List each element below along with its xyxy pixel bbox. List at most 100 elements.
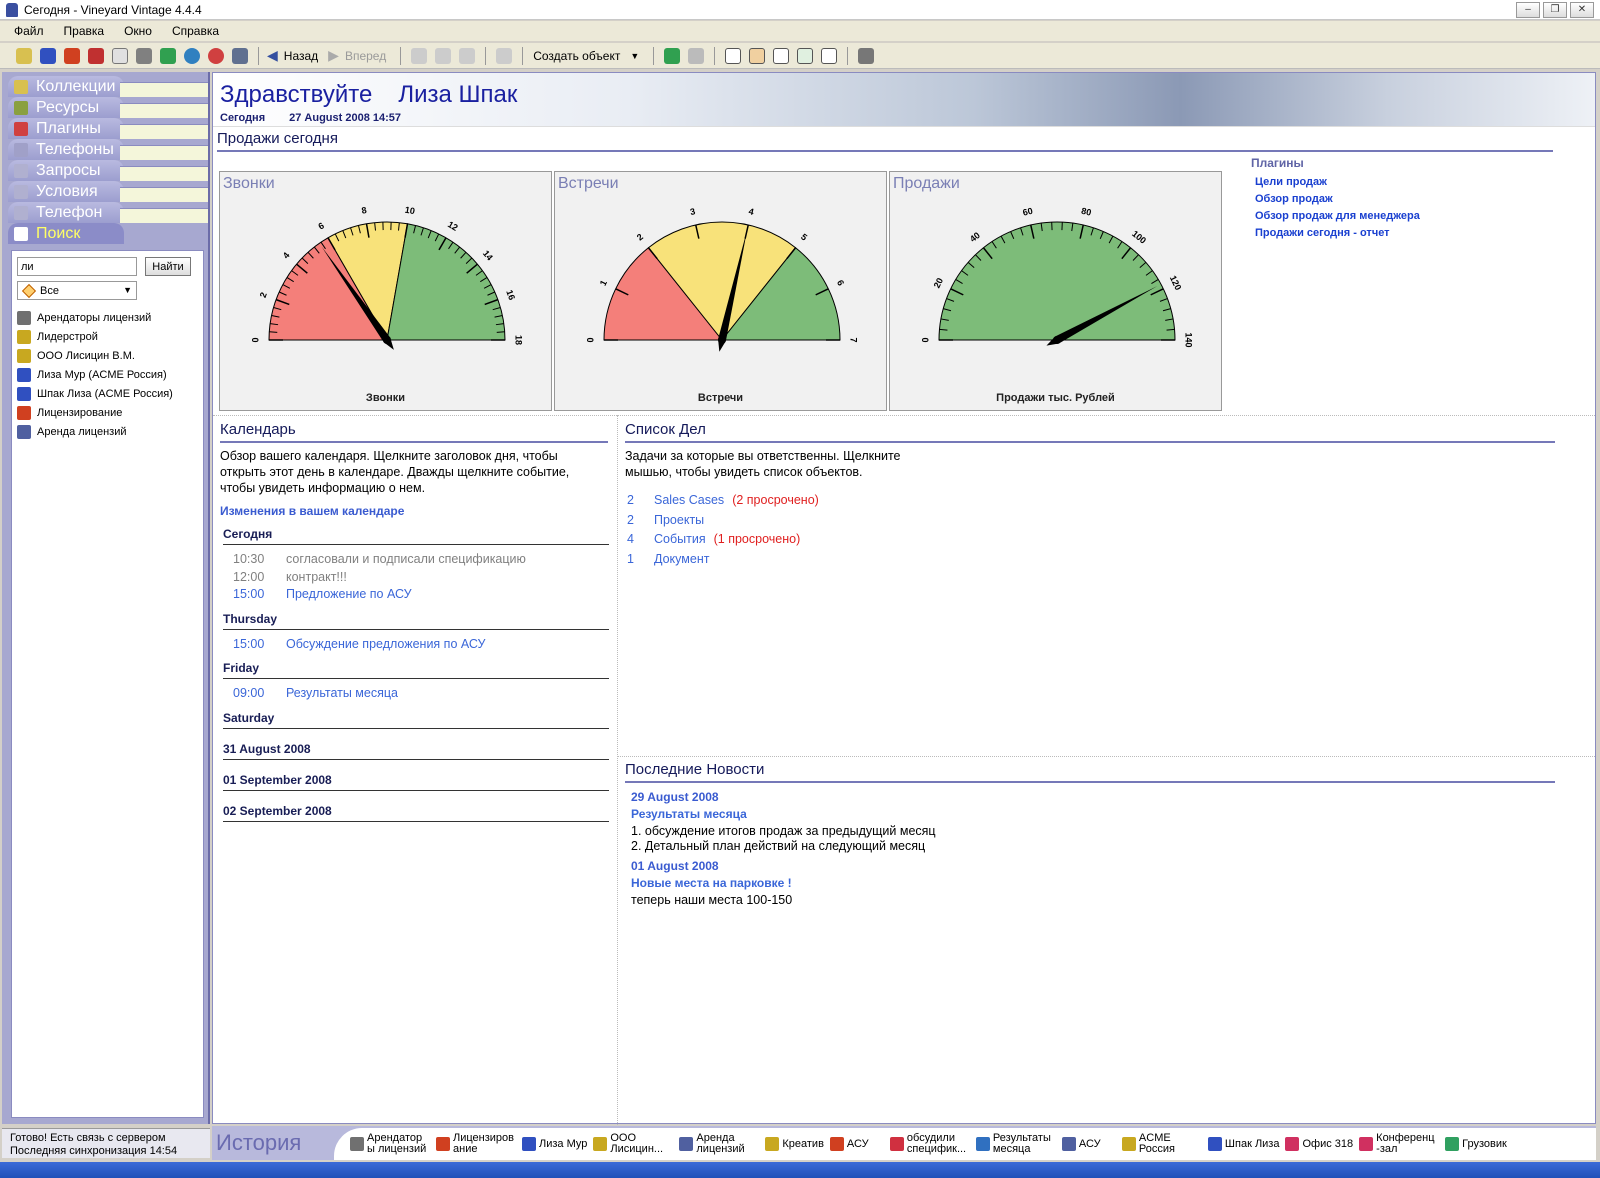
history-item[interactable]: АСУ bbox=[829, 1137, 884, 1151]
todo-label: Проекты bbox=[654, 512, 705, 527]
project-icon[interactable] bbox=[64, 47, 80, 64]
find-button[interactable]: Найти bbox=[145, 257, 191, 276]
person-icon[interactable] bbox=[40, 47, 56, 64]
menu-help[interactable]: Справка bbox=[172, 24, 219, 38]
back-arrow-icon[interactable]: ◀ bbox=[267, 47, 278, 64]
search-result-item[interactable]: ООО Лисицин В.М. bbox=[17, 346, 202, 365]
search-result-item[interactable]: Лицензирование bbox=[17, 403, 202, 422]
todo-item[interactable]: 4 События (1 просрочено) bbox=[627, 532, 800, 546]
group-icon[interactable] bbox=[136, 47, 152, 64]
calendar-changes-link[interactable]: Изменения в вашем календаре bbox=[220, 504, 404, 518]
nav-tab-label: Ресурсы bbox=[36, 98, 100, 116]
history-item[interactable]: Арендатор ы лицензий bbox=[350, 1133, 430, 1155]
calendar-day-header[interactable]: Friday bbox=[223, 661, 609, 679]
gauge-tick-label: 1 bbox=[598, 278, 609, 287]
search-result-item[interactable]: Аренда лицензий bbox=[17, 422, 202, 441]
history-item[interactable]: Креатив bbox=[765, 1137, 824, 1151]
chevron-down-icon[interactable]: ▼ bbox=[123, 285, 132, 295]
history-item[interactable]: АСУ bbox=[1061, 1137, 1116, 1151]
nav-tab-5[interactable]: Условия bbox=[8, 181, 208, 202]
calendar-day-header[interactable]: Сегодня bbox=[223, 527, 609, 545]
plugin-link-sales-goals[interactable]: Цели продаж bbox=[1255, 176, 1581, 188]
history-item[interactable]: Аренда лицензий bbox=[679, 1133, 759, 1155]
todo-title[interactable]: Список Дел bbox=[625, 421, 1555, 443]
calendar-event[interactable]: 15:00 Обсуждение предложения по АСУ bbox=[233, 637, 486, 651]
chevron-down-icon[interactable]: ▼ bbox=[630, 51, 639, 61]
calendar-event[interactable]: 09:00 Результаты месяца bbox=[233, 686, 398, 700]
calendar-event[interactable]: 10:30 согласовали и подписали спецификаци… bbox=[233, 552, 526, 566]
globe-icon[interactable] bbox=[184, 47, 200, 64]
create-object-button[interactable]: Создать объект bbox=[533, 49, 620, 63]
news-title[interactable]: Последние Новости bbox=[625, 761, 1555, 783]
toolbar-separator bbox=[400, 46, 402, 65]
event-icon[interactable] bbox=[88, 47, 104, 64]
history-item-icon bbox=[765, 1137, 780, 1151]
history-item[interactable]: Лицензиров ание bbox=[436, 1133, 516, 1155]
search-input[interactable] bbox=[17, 257, 137, 276]
toolbar-separator bbox=[714, 46, 716, 65]
filter-select[interactable]: Все ▼ bbox=[17, 281, 137, 300]
news-headline[interactable]: Новые места на парковке ! bbox=[631, 876, 792, 890]
copy-icon bbox=[435, 47, 452, 64]
search-result-item[interactable]: Шпак Лиза (ACME Россия) bbox=[17, 384, 202, 403]
calendar-day-header[interactable]: 02 September 2008 bbox=[223, 804, 609, 822]
history-item[interactable]: Результаты месяца bbox=[975, 1133, 1056, 1155]
collection-icon[interactable] bbox=[16, 47, 32, 64]
calendar-day-header[interactable]: Saturday bbox=[223, 711, 609, 729]
todo-item[interactable]: 2 Проекты bbox=[627, 513, 704, 527]
history-item[interactable]: обсудили специфик... bbox=[889, 1133, 970, 1155]
nav-tab-1[interactable]: Ресурсы bbox=[8, 97, 208, 118]
menu-file[interactable]: Файл bbox=[14, 24, 44, 38]
calendar-event[interactable]: 15:00 Предложение по АСУ bbox=[233, 587, 412, 601]
history-item[interactable]: Лиза Мур bbox=[522, 1137, 587, 1151]
grid-icon[interactable] bbox=[232, 47, 248, 64]
history-item[interactable]: Конференц -зал bbox=[1359, 1133, 1439, 1155]
nav-tab-2[interactable]: Плагины bbox=[8, 118, 208, 139]
nav-tab-3[interactable]: Телефоны bbox=[8, 139, 208, 160]
todo-item[interactable]: 2 Sales Cases (2 просрочено) bbox=[627, 493, 819, 507]
form-icon[interactable] bbox=[797, 47, 814, 64]
back-button[interactable]: Назад bbox=[284, 49, 318, 63]
calendar-day-header[interactable]: Thursday bbox=[223, 612, 609, 630]
calendar-day-header[interactable]: 01 September 2008 bbox=[223, 773, 609, 791]
nav-tab-0[interactable]: Коллекции bbox=[8, 76, 208, 97]
search-result-label: Аренда лицензий bbox=[37, 425, 127, 438]
forward-button[interactable]: Вперед bbox=[345, 49, 386, 63]
search-result-item[interactable]: Лидерстрой bbox=[17, 327, 202, 346]
sales-today-title[interactable]: Продажи сегодня bbox=[217, 130, 1553, 152]
calendar-day-header[interactable]: 31 August 2008 bbox=[223, 742, 609, 760]
ball-icon[interactable] bbox=[208, 47, 224, 64]
calendar-event[interactable]: 12:00 контракт!!! bbox=[233, 570, 347, 584]
history-item[interactable]: ООО Лисицин... bbox=[593, 1133, 673, 1155]
nav-tab-7[interactable]: Поиск bbox=[8, 223, 208, 244]
search-doc-icon[interactable] bbox=[725, 47, 742, 64]
lookup-icon[interactable] bbox=[821, 47, 838, 64]
plugin-link-sales-report[interactable]: Продажи сегодня - отчет bbox=[1255, 227, 1581, 239]
history-item[interactable]: Офис 318 bbox=[1285, 1137, 1353, 1151]
history-item-icon bbox=[522, 1137, 536, 1151]
close-button[interactable]: ✕ bbox=[1570, 2, 1594, 18]
nav-tab-6[interactable]: Телефон bbox=[8, 202, 208, 223]
plugin-link-sales-overview[interactable]: Обзор продаж bbox=[1255, 193, 1581, 205]
news-headline[interactable]: Результаты месяца bbox=[631, 807, 747, 821]
calendar-title[interactable]: Календарь bbox=[220, 421, 608, 443]
history-item[interactable]: Шпак Лиза bbox=[1207, 1137, 1279, 1151]
search-result-item[interactable]: Арендаторы лицензий bbox=[17, 308, 202, 327]
history-item[interactable]: Грузовик bbox=[1445, 1137, 1507, 1151]
maximize-button[interactable]: ❐ bbox=[1543, 2, 1567, 18]
search-result-item[interactable]: Лиза Мур (ACME Россия) bbox=[17, 365, 202, 384]
history-item[interactable]: ACME Россия bbox=[1121, 1133, 1202, 1155]
plugin-link-manager-overview[interactable]: Обзор продаж для менеджера bbox=[1255, 210, 1581, 222]
book-icon[interactable] bbox=[160, 47, 176, 64]
menu-edit[interactable]: Правка bbox=[64, 24, 105, 38]
memo-icon[interactable] bbox=[773, 47, 790, 64]
minimize-button[interactable]: – bbox=[1516, 2, 1540, 18]
chart-icon[interactable] bbox=[664, 47, 681, 64]
nav-tab-4[interactable]: Запросы bbox=[8, 160, 208, 181]
menu-window[interactable]: Окно bbox=[124, 24, 152, 38]
todo-count: 2 bbox=[627, 493, 634, 507]
report-icon[interactable] bbox=[749, 47, 766, 64]
exit-icon[interactable] bbox=[858, 47, 875, 64]
todo-item[interactable]: 1 Документ bbox=[627, 552, 709, 566]
note-icon[interactable] bbox=[112, 47, 128, 64]
